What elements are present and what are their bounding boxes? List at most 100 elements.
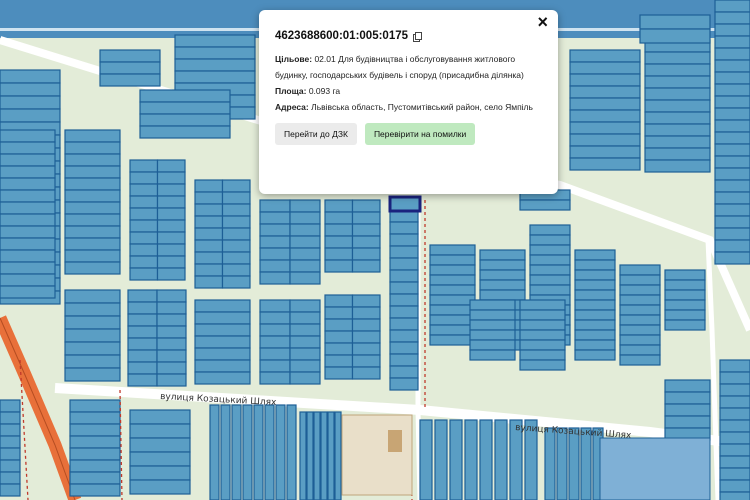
parcel[interactable] (156, 171, 186, 185)
parcel[interactable] (324, 318, 354, 332)
parcel[interactable] (639, 28, 711, 44)
parcel[interactable] (429, 324, 476, 336)
parcel[interactable] (0, 435, 21, 449)
parcel[interactable] (259, 371, 291, 385)
parcel[interactable] (619, 354, 661, 366)
parcel[interactable] (719, 479, 750, 493)
parcel[interactable] (529, 264, 571, 276)
parcel[interactable] (351, 330, 381, 344)
parcel[interactable] (351, 318, 381, 332)
parcel[interactable] (619, 284, 661, 296)
parcel[interactable] (619, 324, 661, 336)
parcel[interactable] (139, 113, 231, 127)
parcel[interactable] (449, 419, 463, 500)
parcel[interactable] (719, 371, 750, 385)
parcel[interactable] (0, 201, 56, 215)
parcel[interactable] (714, 119, 750, 133)
parcel[interactable] (129, 255, 159, 269)
parcel[interactable] (324, 199, 354, 213)
selected-parcel[interactable] (388, 195, 422, 213)
parcel[interactable] (714, 59, 750, 73)
parcel[interactable] (156, 337, 187, 351)
parcel[interactable] (64, 367, 121, 382)
parcel[interactable] (259, 335, 291, 349)
parcel[interactable] (719, 431, 750, 445)
parcel[interactable] (129, 451, 191, 467)
parcel[interactable] (156, 373, 187, 387)
parcel[interactable] (156, 313, 187, 327)
parcel[interactable] (99, 49, 161, 63)
parcel[interactable] (574, 279, 616, 291)
parcel[interactable] (529, 224, 571, 236)
parcel[interactable] (714, 47, 750, 61)
parcel[interactable] (0, 459, 21, 473)
parcel[interactable] (664, 415, 711, 429)
parcel[interactable] (0, 399, 21, 413)
parcel[interactable] (324, 247, 354, 261)
parcel[interactable] (429, 254, 476, 266)
parcel[interactable] (64, 165, 121, 179)
parcel[interactable] (0, 237, 56, 251)
parcel[interactable] (259, 235, 291, 249)
parcel[interactable] (259, 311, 291, 325)
parcel[interactable] (719, 419, 750, 433)
parcel[interactable] (194, 179, 224, 193)
parcel[interactable] (289, 323, 321, 337)
parcel[interactable] (664, 269, 706, 281)
parcel[interactable] (313, 411, 321, 500)
parcel[interactable] (289, 223, 321, 237)
parcel[interactable] (129, 465, 191, 481)
parcel[interactable] (174, 58, 256, 72)
parcel[interactable] (469, 299, 516, 311)
parcel[interactable] (194, 347, 251, 361)
parcel[interactable] (574, 269, 616, 281)
parcel[interactable] (0, 261, 56, 275)
parcel[interactable] (221, 227, 251, 241)
parcel[interactable] (429, 334, 476, 346)
parcel[interactable] (129, 479, 191, 495)
parcel[interactable] (0, 95, 61, 110)
parcel[interactable] (544, 427, 556, 500)
copy-icon[interactable] (413, 31, 423, 42)
parcel[interactable] (299, 411, 307, 500)
parcel[interactable] (289, 347, 321, 361)
parcel[interactable] (0, 82, 61, 97)
parcel[interactable] (519, 319, 566, 331)
parcel[interactable] (664, 309, 706, 321)
parcel[interactable] (0, 108, 61, 123)
parcel[interactable] (221, 191, 251, 205)
parcel[interactable] (64, 189, 121, 203)
parcel[interactable] (194, 227, 224, 241)
parcel[interactable] (194, 203, 224, 217)
parcel[interactable] (259, 211, 291, 225)
parcel[interactable] (574, 309, 616, 321)
parcel[interactable] (719, 383, 750, 397)
parcel[interactable] (714, 83, 750, 97)
parcel[interactable] (644, 111, 711, 125)
parcel[interactable] (194, 191, 224, 205)
parcel[interactable] (419, 419, 433, 500)
parcel[interactable] (479, 279, 526, 291)
parcel[interactable] (714, 251, 750, 265)
parcel[interactable] (129, 267, 159, 281)
parcel[interactable] (664, 403, 711, 417)
parcel[interactable] (569, 49, 641, 63)
parcel[interactable] (129, 159, 159, 173)
parcel[interactable] (64, 354, 121, 369)
parcel[interactable] (0, 285, 56, 299)
parcel[interactable] (0, 447, 21, 461)
parcel[interactable] (469, 349, 516, 361)
parcel[interactable] (644, 135, 711, 149)
parcel[interactable] (127, 373, 158, 387)
parcel[interactable] (664, 279, 706, 291)
parcel[interactable] (479, 419, 493, 500)
parcel[interactable] (129, 207, 159, 221)
parcel[interactable] (619, 274, 661, 286)
parcel[interactable] (289, 299, 321, 313)
parcel[interactable] (574, 319, 616, 331)
parcel[interactable] (714, 191, 750, 205)
parcel[interactable] (580, 427, 592, 500)
parcel[interactable] (556, 427, 568, 500)
parcel[interactable] (494, 419, 508, 500)
parcel[interactable] (220, 404, 231, 500)
